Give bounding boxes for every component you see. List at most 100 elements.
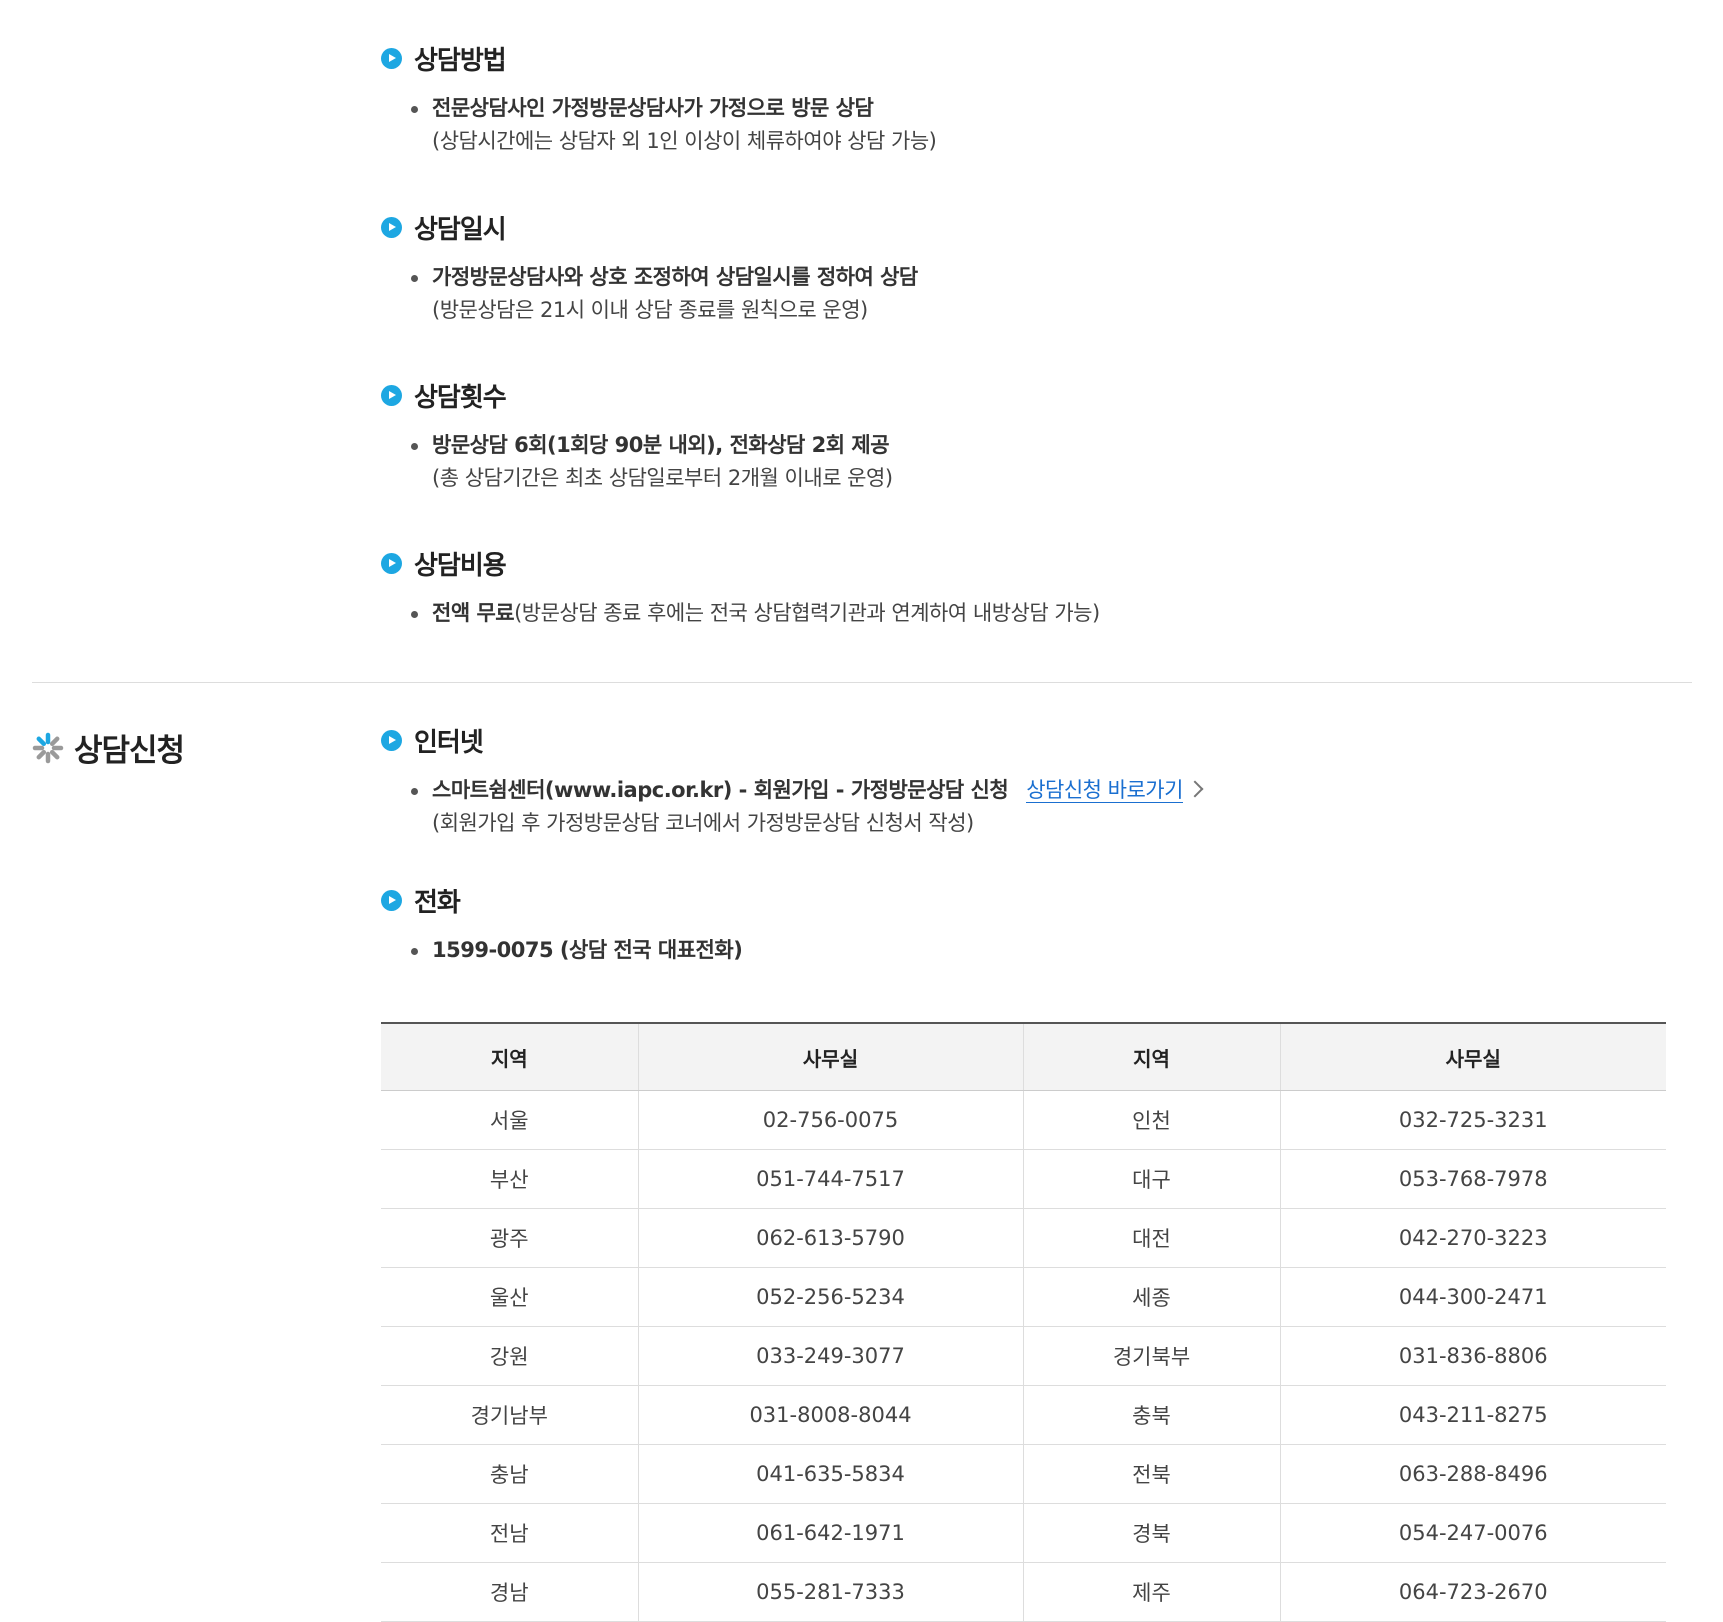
asterisk-icon bbox=[32, 732, 64, 763]
schedule-heading: 상담일시 bbox=[381, 209, 918, 245]
internet-section: 인터넷 스마트쉼센터(www.iapc.or.kr) - 회원가입 - 가정방문… bbox=[381, 722, 1204, 840]
table-header-row: 지역 사무실 지역 사무실 bbox=[381, 1023, 1666, 1091]
header-office: 사무실 bbox=[1279, 1023, 1666, 1091]
phone-cell: 064-723-2670 bbox=[1279, 1562, 1666, 1622]
region-cell: 충남 bbox=[381, 1444, 638, 1504]
bullet-dot-icon bbox=[411, 106, 418, 113]
region-cell: 전북 bbox=[1022, 1444, 1280, 1504]
list-item: 가정방문상담사와 상호 조정하여 상담일시를 정하여 상담 (방문상담은 21시… bbox=[381, 261, 918, 327]
circle-arrow-icon bbox=[381, 216, 402, 238]
region-cell: 전남 bbox=[381, 1503, 638, 1563]
table-row: 서울 02-756-0075 인천 032-725-3231 bbox=[381, 1090, 1666, 1150]
region-cell: 광주 bbox=[381, 1208, 638, 1268]
chevron-right-icon bbox=[1186, 780, 1204, 798]
header-region: 지역 bbox=[1022, 1023, 1280, 1091]
method-line2: (상담시간에는 상담자 외 1인 이상이 체류하여야 상담 가능) bbox=[432, 129, 937, 153]
table-row: 광주 062-613-5790 대전 042-270-3223 bbox=[381, 1208, 1666, 1268]
circle-arrow-icon bbox=[381, 552, 402, 574]
table-row: 전남 061-642-1971 경북 054-247-0076 bbox=[381, 1503, 1666, 1563]
list-item: 스마트쉼센터(www.iapc.or.kr) - 회원가입 - 가정방문상담 신… bbox=[381, 774, 1204, 840]
phone-cell: 042-270-3223 bbox=[1279, 1208, 1666, 1268]
phone-line1: 1599-0075 (상담 전국 대표전화) bbox=[432, 938, 743, 962]
phone-cell: 063-288-8496 bbox=[1279, 1444, 1666, 1504]
cost-strong: 전액 무료 bbox=[432, 601, 515, 625]
bullet-dot-icon bbox=[411, 443, 418, 450]
count-section: 상담횟수 방문상담 6회(1회당 90분 내외), 전화상담 2회 제공 (총 … bbox=[381, 377, 893, 495]
phone-cell: 052-256-5234 bbox=[637, 1267, 1023, 1327]
region-cell: 울산 bbox=[381, 1267, 638, 1327]
region-cell: 경북 bbox=[1022, 1503, 1280, 1563]
method-title: 상담방법 bbox=[414, 45, 507, 76]
region-cell: 충북 bbox=[1022, 1385, 1280, 1445]
list-item: 전문상담사인 가정방문상담사가 가정으로 방문 상담 (상담시간에는 상담자 외… bbox=[381, 92, 937, 158]
apply-heading: 상담신청 bbox=[32, 725, 185, 770]
phone-cell: 051-744-7517 bbox=[637, 1149, 1023, 1209]
list-item: 1599-0075 (상담 전국 대표전화) bbox=[381, 934, 743, 967]
phone-cell: 053-768-7978 bbox=[1279, 1149, 1666, 1209]
table-row: 충남 041-635-5834 전북 063-288-8496 bbox=[381, 1444, 1666, 1504]
phone-cell: 043-211-8275 bbox=[1279, 1385, 1666, 1445]
count-heading: 상담횟수 bbox=[381, 377, 893, 413]
list-item: 전액 무료(방문상담 종료 후에는 전국 상담협력기관과 연계하여 내방상담 가… bbox=[381, 597, 1100, 630]
apply-shortcut-link[interactable]: 상담신청 바로가기 bbox=[1026, 778, 1183, 803]
circle-arrow-icon bbox=[381, 47, 402, 69]
phone-cell: 062-613-5790 bbox=[637, 1208, 1023, 1268]
region-cell: 강원 bbox=[381, 1326, 638, 1386]
bullet-dot-icon bbox=[411, 788, 418, 795]
phone-cell: 02-756-0075 bbox=[637, 1090, 1023, 1150]
region-cell: 서울 bbox=[381, 1090, 638, 1150]
header-office: 사무실 bbox=[637, 1023, 1023, 1091]
region-cell: 제주 bbox=[1022, 1562, 1280, 1622]
method-section: 상담방법 전문상담사인 가정방문상담사가 가정으로 방문 상담 (상담시간에는 … bbox=[381, 40, 937, 158]
circle-arrow-icon bbox=[381, 729, 402, 751]
table-row: 경기남부 031-8008-8044 충북 043-211-8275 bbox=[381, 1385, 1666, 1445]
region-cell: 대구 bbox=[1022, 1149, 1280, 1209]
schedule-title: 상담일시 bbox=[414, 214, 507, 245]
phone-cell: 044-300-2471 bbox=[1279, 1267, 1666, 1327]
internet-line2: (회원가입 후 가정방문상담 코너에서 가정방문상담 신청서 작성) bbox=[432, 811, 974, 835]
region-cell: 세종 bbox=[1022, 1267, 1280, 1327]
schedule-section: 상담일시 가정방문상담사와 상호 조정하여 상담일시를 정하여 상담 (방문상담… bbox=[381, 209, 918, 327]
table-row: 부산 051-744-7517 대구 053-768-7978 bbox=[381, 1149, 1666, 1209]
phone-cell: 031-836-8806 bbox=[1279, 1326, 1666, 1386]
schedule-line1: 가정방문상담사와 상호 조정하여 상담일시를 정하여 상담 bbox=[432, 265, 918, 289]
phone-cell: 033-249-3077 bbox=[637, 1326, 1023, 1386]
bullet-dot-icon bbox=[411, 611, 418, 618]
table-row: 경남 055-281-7333 제주 064-723-2670 bbox=[381, 1562, 1666, 1622]
bullet-dot-icon bbox=[411, 275, 418, 282]
count-line2: (총 상담기간은 최초 상담일로부터 2개월 이내로 운영) bbox=[432, 466, 893, 490]
circle-arrow-icon bbox=[381, 889, 402, 911]
internet-title: 인터넷 bbox=[414, 727, 484, 758]
cost-rest: (방문상담 종료 후에는 전국 상담협력기관과 연계하여 내방상담 가능) bbox=[514, 601, 1100, 625]
phone-heading: 전화 bbox=[381, 882, 742, 918]
phone-section: 전화 1599-0075 (상담 전국 대표전화) bbox=[381, 882, 743, 967]
list-item: 방문상담 6회(1회당 90분 내외), 전화상담 2회 제공 (총 상담기간은… bbox=[381, 429, 893, 495]
method-heading: 상담방법 bbox=[381, 40, 936, 76]
region-cell: 부산 bbox=[381, 1149, 638, 1209]
cost-title: 상담비용 bbox=[414, 550, 507, 581]
apply-title: 상담신청 bbox=[74, 733, 185, 769]
region-cell: 인천 bbox=[1022, 1090, 1280, 1150]
phone-cell: 031-8008-8044 bbox=[637, 1385, 1023, 1445]
office-phone-table: 지역 사무실 지역 사무실 서울 02-756-0075 인천 032-725-… bbox=[381, 1022, 1666, 1622]
count-line1: 방문상담 6회(1회당 90분 내외), 전화상담 2회 제공 bbox=[432, 433, 890, 457]
phone-cell: 032-725-3231 bbox=[1279, 1090, 1666, 1150]
cost-heading: 상담비용 bbox=[381, 545, 1100, 581]
phone-cell: 055-281-7333 bbox=[637, 1562, 1023, 1622]
method-line1: 전문상담사인 가정방문상담사가 가정으로 방문 상담 bbox=[432, 96, 874, 120]
region-cell: 경기북부 bbox=[1022, 1326, 1280, 1386]
header-region: 지역 bbox=[381, 1023, 638, 1091]
region-cell: 대전 bbox=[1022, 1208, 1280, 1268]
phone-cell: 061-642-1971 bbox=[637, 1503, 1023, 1563]
circle-arrow-icon bbox=[381, 384, 402, 406]
internet-line1: 스마트쉼센터(www.iapc.or.kr) - 회원가입 - 가정방문상담 신… bbox=[432, 778, 1009, 802]
schedule-line2: (방문상담은 21시 이내 상담 종료를 원칙으로 운영) bbox=[432, 298, 868, 322]
region-cell: 경남 bbox=[381, 1562, 638, 1622]
bullet-dot-icon bbox=[411, 948, 418, 955]
table-row: 울산 052-256-5234 세종 044-300-2471 bbox=[381, 1267, 1666, 1327]
cost-section: 상담비용 전액 무료(방문상담 종료 후에는 전국 상담협력기관과 연계하여 내… bbox=[381, 545, 1100, 630]
section-divider bbox=[32, 682, 1692, 683]
internet-heading: 인터넷 bbox=[381, 722, 1201, 758]
phone-cell: 054-247-0076 bbox=[1279, 1503, 1666, 1563]
table-row: 강원 033-249-3077 경기북부 031-836-8806 bbox=[381, 1326, 1666, 1386]
